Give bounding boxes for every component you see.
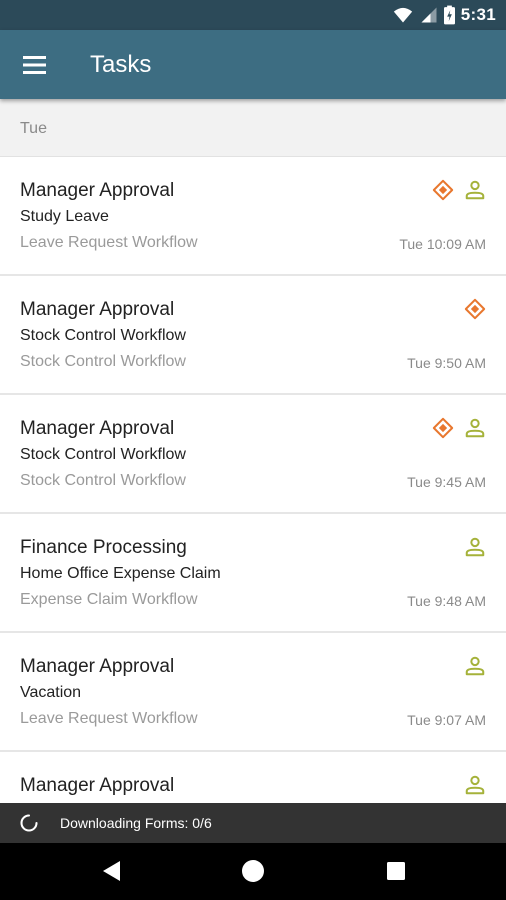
task-title: Manager Approval (20, 775, 175, 796)
page-title: Tasks (90, 51, 152, 78)
task-timestamp: Tue 9:48 AM (407, 593, 486, 609)
task-status-icons (432, 177, 486, 203)
task-title: Finance Processing (20, 537, 187, 558)
task-subject: Vacation (20, 684, 82, 701)
task-row[interactable]: Manager Approval Stock Control Workflow St… (0, 395, 506, 514)
back-button[interactable] (99, 858, 125, 884)
task-row[interactable]: Manager Approval Vacation Leave Request Wo… (0, 633, 506, 752)
hamburger-menu-icon (23, 56, 46, 74)
task-workflow: Stock Control Workflow (20, 353, 186, 370)
person-icon (465, 656, 485, 676)
app-bar: Tasks (0, 30, 506, 99)
menu-button[interactable] (18, 50, 52, 80)
person-icon (465, 537, 485, 557)
task-workflow: Leave Request Workflow (20, 234, 198, 251)
battery-icon (443, 5, 455, 25)
task-row[interactable]: Manager Approval (0, 752, 506, 803)
wifi-icon (393, 7, 412, 23)
person-icon (465, 180, 485, 200)
task-title: Manager Approval (20, 418, 175, 439)
section-label-day: Tue (20, 120, 47, 137)
diamond-priority-icon (432, 179, 454, 201)
task-subject: Stock Control Workflow (20, 446, 186, 463)
task-title: Manager Approval (20, 656, 175, 677)
task-row[interactable]: Manager Approval Stock Control Workflow St… (0, 276, 506, 395)
task-title: Manager Approval (20, 299, 175, 320)
person-icon (465, 418, 485, 438)
task-row[interactable]: Manager Approval Study Leave Leave Request… (0, 157, 506, 276)
home-icon (242, 860, 264, 882)
task-status-icons (464, 534, 486, 560)
task-title: Manager Approval (20, 180, 175, 201)
task-timestamp: Tue 9:50 AM (407, 355, 486, 371)
task-status-icons (464, 653, 486, 679)
loading-spinner-icon (20, 814, 38, 832)
task-subject: Stock Control Workflow (20, 327, 186, 344)
task-status-icons (464, 296, 486, 322)
task-timestamp: Tue 9:07 AM (407, 712, 486, 728)
task-workflow: Expense Claim Workflow (20, 591, 198, 608)
section-header: Tue (0, 99, 506, 157)
task-workflow: Stock Control Workflow (20, 472, 186, 489)
signal-icon (421, 7, 437, 23)
task-row[interactable]: Finance Processing Home Office Expense Cl… (0, 514, 506, 633)
person-icon (465, 775, 485, 795)
recents-icon (387, 862, 405, 880)
status-time: 5:31 (460, 5, 496, 24)
home-button[interactable] (240, 858, 266, 884)
task-rows: Manager Approval Study Leave Leave Request… (0, 157, 506, 803)
status-icons: 5:31 (392, 4, 496, 26)
download-status-bar: Downloading Forms: 0/6 (0, 803, 506, 843)
task-status-icons (464, 772, 486, 798)
task-timestamp: Tue 10:09 AM (399, 236, 486, 252)
diamond-priority-icon (432, 417, 454, 439)
task-subject: Home Office Expense Claim (20, 565, 221, 582)
task-timestamp: Tue 9:45 AM (407, 474, 486, 490)
download-status-text: Downloading Forms: 0/6 (60, 815, 212, 831)
task-status-icons (432, 415, 486, 441)
task-workflow: Leave Request Workflow (20, 710, 198, 727)
diamond-priority-icon (464, 298, 486, 320)
system-nav-bar (0, 843, 506, 900)
status-bar: 5:31 (0, 0, 506, 30)
task-list[interactable]: Tue Manager Approval Study Leave Leave Req… (0, 99, 506, 803)
recents-button[interactable] (383, 858, 409, 884)
task-subject: Study Leave (20, 208, 109, 225)
back-icon (103, 861, 120, 881)
